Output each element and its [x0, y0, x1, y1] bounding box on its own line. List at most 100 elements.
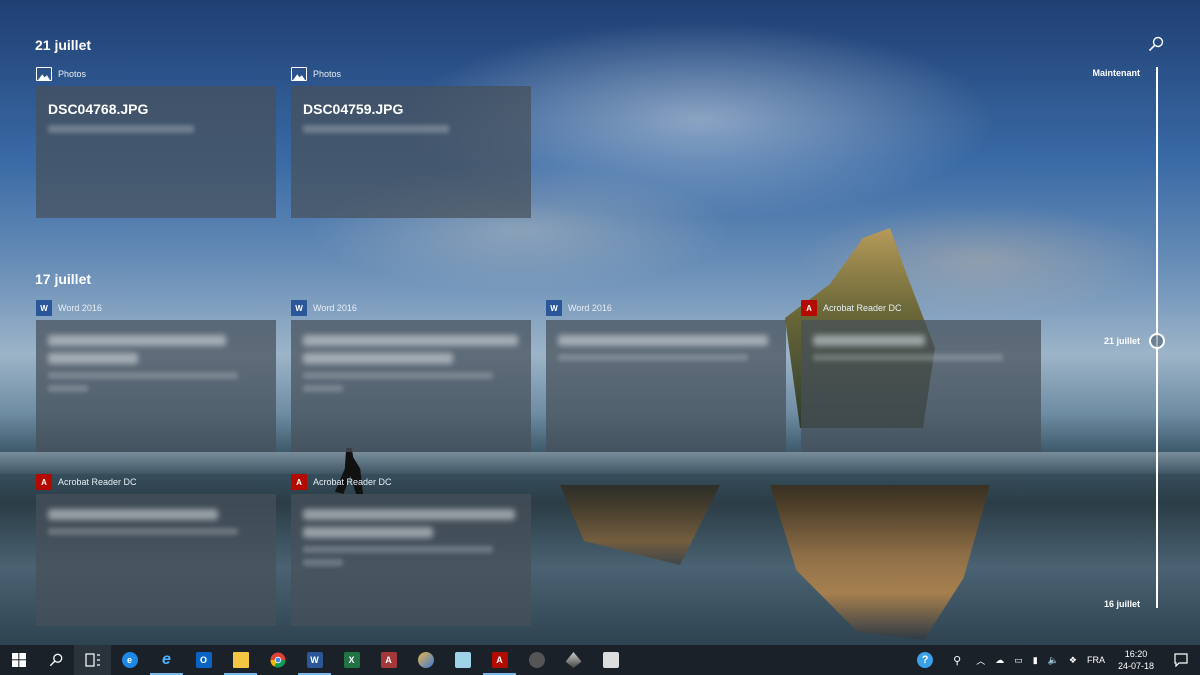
- activity-app-label: A Acrobat Reader DC: [36, 474, 137, 490]
- activity-card-subtitle-redacted: [48, 125, 194, 133]
- timeline-label-date[interactable]: 16 juillet: [1040, 599, 1140, 609]
- acrobat-icon: A: [36, 474, 52, 490]
- people-button[interactable]: ⚲: [943, 645, 971, 675]
- activity-app-label: W Word 2016: [291, 300, 357, 316]
- outlook-icon: O: [195, 652, 212, 668]
- taskbar-outlook[interactable]: O: [185, 645, 222, 675]
- activity-card-subtitle-redacted: [48, 528, 238, 535]
- activity-card-subtitle-redacted: [303, 372, 493, 379]
- activity-card-word[interactable]: [36, 320, 276, 452]
- people-icon: ⚲: [953, 654, 962, 667]
- activity-app-label: A Acrobat Reader DC: [801, 300, 902, 316]
- start-button[interactable]: [0, 645, 37, 675]
- activity-card-subtitle-redacted: [303, 125, 449, 133]
- task-view-button[interactable]: [74, 645, 111, 675]
- show-hidden-icons-button[interactable]: ︿: [971, 645, 990, 675]
- help-icon: ?: [917, 652, 934, 668]
- activity-app-name: Word 2016: [313, 303, 357, 313]
- taskbar-acrobat[interactable]: A: [481, 645, 518, 675]
- start-icon: [11, 653, 26, 667]
- activity-app-name: Acrobat Reader DC: [823, 303, 902, 313]
- activity-card-subtitle-redacted: [558, 354, 748, 361]
- activity-card-acrobat[interactable]: [36, 494, 276, 626]
- activity-card-word[interactable]: [546, 320, 786, 452]
- activity-card-subtitle-redacted: [48, 385, 88, 392]
- activity-card-title: DSC04768.JPG: [48, 101, 149, 117]
- taskbar-word[interactable]: W: [296, 645, 333, 675]
- taskbar-access[interactable]: A: [370, 645, 407, 675]
- timeline-label-date[interactable]: 21 juillet: [1040, 336, 1140, 346]
- cloud-icon: ☁: [995, 654, 1005, 665]
- app-icon: [528, 652, 545, 668]
- activity-card-title-redacted: [303, 509, 515, 520]
- display-button[interactable]: ▭: [1009, 645, 1028, 675]
- activity-card-subtitle-redacted: [303, 559, 343, 566]
- taskbar-internet-explorer[interactable]: e: [148, 645, 185, 675]
- activity-card-dsc04768[interactable]: DSC04768.JPG: [36, 86, 276, 218]
- clock[interactable]: 16:20 24-07-18: [1110, 645, 1162, 675]
- activity-app-label: Photos: [291, 66, 341, 82]
- activity-card-dsc04759[interactable]: DSC04759.JPG: [291, 86, 531, 218]
- edge-icon: e: [121, 652, 138, 668]
- activity-card-title-redacted: [48, 353, 138, 364]
- word-icon: W: [291, 300, 307, 316]
- chevron-up-icon: ︿: [976, 655, 986, 666]
- clock-time: 16:20: [1124, 649, 1148, 659]
- taskbar-app[interactable]: [518, 645, 555, 675]
- taskbar-edge[interactable]: e: [111, 645, 148, 675]
- activity-card-title-redacted: [813, 335, 925, 346]
- task-view-icon: [84, 653, 100, 667]
- system-tray: ? ⚲ ︿ ☁ ▭ ▮ 🔈 ❖ FRA 16:20 24-07-18: [907, 645, 1200, 675]
- acrobat-icon: A: [491, 652, 508, 668]
- file-explorer-icon: [232, 652, 249, 668]
- taskbar-snipping[interactable]: [592, 645, 629, 675]
- battery-button[interactable]: ▮: [1028, 645, 1043, 675]
- taskbar-file-explorer[interactable]: [222, 645, 259, 675]
- timeline-label-now[interactable]: Maintenant: [1040, 68, 1140, 78]
- taskbar-search-button[interactable]: [37, 645, 74, 675]
- taskbar-paint[interactable]: [407, 645, 444, 675]
- timeline-scrollbar-thumb[interactable]: [1149, 333, 1165, 349]
- activity-card-subtitle-redacted: [303, 385, 343, 392]
- snipping-icon: [602, 652, 619, 668]
- activity-card-subtitle-redacted: [48, 372, 238, 379]
- language-indicator[interactable]: FRA: [1082, 645, 1110, 675]
- internet-explorer-icon: e: [162, 651, 171, 668]
- word-icon: W: [546, 300, 562, 316]
- acrobat-icon: A: [291, 474, 307, 490]
- activity-app-name: Acrobat Reader DC: [58, 477, 137, 487]
- activity-card-acrobat[interactable]: [291, 494, 531, 626]
- help-button[interactable]: ?: [907, 645, 943, 675]
- taskbar-vpn[interactable]: [555, 645, 592, 675]
- taskbar-notepad[interactable]: [444, 645, 481, 675]
- acrobat-icon: A: [801, 300, 817, 316]
- wallpaper-surf: [0, 452, 1200, 474]
- dropbox-button[interactable]: ❖: [1064, 645, 1082, 675]
- activity-app-name: Photos: [58, 69, 87, 79]
- activity-card-title-redacted: [303, 353, 453, 364]
- activity-card-subtitle-redacted: [303, 546, 493, 553]
- speaker-icon: 🔈: [1047, 654, 1059, 665]
- clock-date: 24-07-18: [1117, 661, 1154, 671]
- taskbar-excel[interactable]: X: [333, 645, 370, 675]
- activity-card-title-redacted: [303, 527, 433, 538]
- action-center-button[interactable]: [1162, 645, 1200, 675]
- paint-icon: [417, 652, 434, 668]
- activity-app-name: Acrobat Reader DC: [313, 477, 392, 487]
- taskbar: e e O W X A A ? ⚲ ︿ ☁ ▭ ▮ 🔈 ❖ FRA 16:20 …: [0, 645, 1200, 675]
- section-date-heading: 17 juillet: [35, 271, 92, 287]
- activity-card-acrobat[interactable]: [801, 320, 1041, 452]
- timeline-search-button[interactable]: [1146, 34, 1166, 54]
- activity-app-label: W Word 2016: [546, 300, 612, 316]
- word-icon: W: [36, 300, 52, 316]
- activity-app-label: A Acrobat Reader DC: [291, 474, 392, 490]
- taskbar-chrome[interactable]: [259, 645, 296, 675]
- onedrive-button[interactable]: ☁: [990, 645, 1009, 675]
- volume-button[interactable]: 🔈: [1043, 645, 1064, 675]
- chrome-icon: [269, 652, 286, 668]
- section-date-heading: 21 juillet: [35, 37, 92, 53]
- battery-icon: ▮: [1032, 654, 1038, 665]
- activity-card-word[interactable]: [291, 320, 531, 452]
- access-icon: A: [380, 652, 397, 668]
- activity-app-name: Word 2016: [58, 303, 102, 313]
